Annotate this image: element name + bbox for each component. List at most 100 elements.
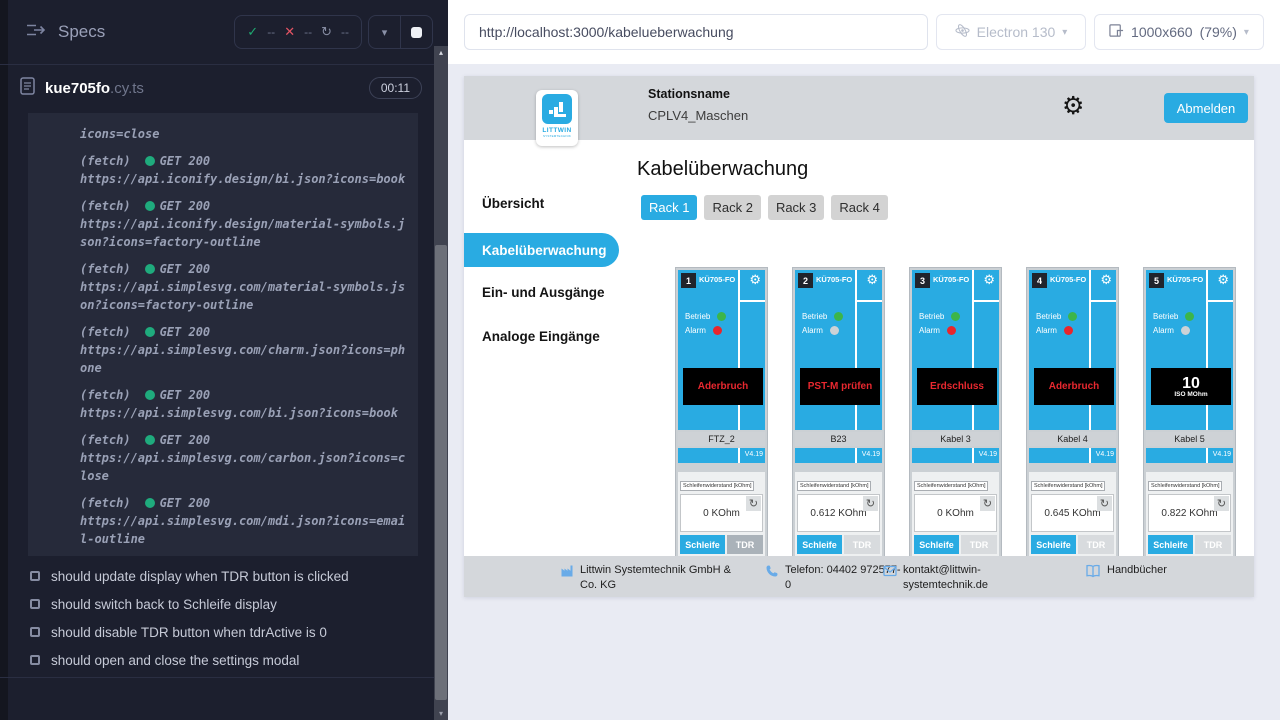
pending-test-icon: [30, 655, 40, 665]
nav-kabelueberwachung[interactable]: Kabelüberwachung: [464, 233, 619, 267]
device-settings-icon[interactable]: ⚙: [1217, 273, 1229, 288]
divider: [1206, 448, 1208, 463]
url-input[interactable]: http://localhost:3000/kabelueberwachung: [464, 14, 928, 50]
refresh-icon[interactable]: ↻: [1097, 496, 1112, 511]
device-model: KÜ705-FO: [699, 275, 735, 284]
device-settings-icon[interactable]: ⚙: [749, 273, 761, 288]
measurement-panel: Schleifenwiderstand [kOhm] 0 KOhm ↻ Schl…: [678, 472, 765, 556]
runner-scrollbar[interactable]: ▴ ▾: [434, 46, 448, 720]
log-entry[interactable]: (fetch)GET 200 https://api.iconify.desig…: [80, 197, 410, 251]
device-card-2: 2 KÜ705-FO ⚙ Betrieb Alarm PST-M prüfen …: [792, 267, 885, 567]
device-number: 4: [1032, 273, 1047, 288]
spec-file-row[interactable]: kue705fo.cy.ts 00:11: [0, 65, 434, 112]
status-display: PST-M prüfen: [800, 368, 880, 405]
divider: [1091, 300, 1116, 302]
tab-rack-2[interactable]: Rack 2: [704, 195, 760, 220]
manuals-link[interactable]: Handbücher: [1085, 563, 1167, 583]
firmware-version: V4.19: [979, 451, 997, 458]
measurement-value: 0 KOhm ↻: [680, 494, 763, 532]
refresh-icon[interactable]: ↻: [863, 496, 878, 511]
status-display: Erdschluss: [917, 368, 997, 405]
nav-uebersicht[interactable]: Übersicht: [482, 196, 544, 211]
running-count: --: [341, 25, 349, 39]
schleife-button[interactable]: Schleife: [680, 535, 725, 554]
measurement-value: 0.612 KOhm ↻: [797, 494, 880, 532]
alarm-led: [1064, 326, 1073, 335]
test-item[interactable]: should disable TDR button when tdrActive…: [0, 618, 434, 646]
cable-name: Kabel 3: [912, 432, 999, 446]
cable-name: Kabel 4: [1029, 432, 1116, 446]
tab-rack-4[interactable]: Rack 4: [831, 195, 887, 220]
settings-gear-icon[interactable]: ⚙: [1062, 91, 1084, 120]
running-icon: ↻: [321, 25, 332, 40]
device-settings-icon[interactable]: ⚙: [866, 273, 878, 288]
stop-tests-button[interactable]: [401, 16, 432, 48]
refresh-icon[interactable]: ↻: [746, 496, 761, 511]
command-log: icons=close (fetch)GET 200 https://api.i…: [28, 113, 418, 556]
divider: [738, 270, 740, 430]
scrollbar-thumb[interactable]: [435, 245, 447, 700]
device-model: KÜ705-FO: [1050, 275, 1086, 284]
divider: [857, 300, 882, 302]
viewport-select[interactable]: 1000x660 (79%) ▾: [1094, 14, 1264, 50]
success-dot-icon: [145, 435, 155, 445]
sidebar-toggle-icon[interactable]: [26, 22, 46, 43]
divider: [855, 270, 857, 430]
device-card-5: 5 KÜ705-FO ⚙ Betrieb Alarm 10 ISO MOhm K…: [1143, 267, 1236, 567]
device-number: 5: [1149, 273, 1164, 288]
log-entry[interactable]: (fetch)GET 200 https://api.simplesvg.com…: [80, 260, 410, 314]
test-stats-group[interactable]: ✓ -- ✕ -- ↻ --: [234, 15, 362, 49]
divider: [1206, 270, 1208, 430]
page-title: Kabelüberwachung: [637, 158, 808, 181]
tdr-button[interactable]: TDR: [1195, 535, 1231, 554]
alarm-led: [830, 326, 839, 335]
log-entry[interactable]: (fetch)GET 200 https://api.simplesvg.com…: [80, 494, 410, 548]
nav-analoge-eingaenge[interactable]: Analoge Eingänge: [482, 329, 600, 344]
tdr-button[interactable]: TDR: [961, 535, 997, 554]
tdr-button[interactable]: TDR: [1078, 535, 1114, 554]
schleife-button[interactable]: Schleife: [1148, 535, 1193, 554]
device-settings-icon[interactable]: ⚙: [1100, 273, 1112, 288]
refresh-icon[interactable]: ↻: [1214, 496, 1229, 511]
tdr-button[interactable]: TDR: [727, 535, 763, 554]
device-settings-icon[interactable]: ⚙: [983, 273, 995, 288]
log-entry[interactable]: (fetch)GET 200 https://api.simplesvg.com…: [80, 386, 410, 422]
pending-test-icon: [30, 571, 40, 581]
test-item[interactable]: should open and close the settings modal: [0, 646, 434, 674]
tdr-button[interactable]: TDR: [844, 535, 880, 554]
spec-file-name: kue705fo: [45, 80, 110, 97]
log-entry[interactable]: icons=close: [80, 125, 410, 143]
schleife-button[interactable]: Schleife: [797, 535, 842, 554]
success-dot-icon: [145, 498, 155, 508]
scroll-up-icon[interactable]: ▴: [434, 48, 448, 57]
schleife-button[interactable]: Schleife: [1031, 535, 1076, 554]
chevron-down-icon: ▾: [1062, 27, 1067, 38]
company-name: Littwin Systemtechnik GmbH & Co. KG: [580, 563, 742, 594]
log-entry[interactable]: (fetch)GET 200 https://api.simplesvg.com…: [80, 323, 410, 377]
divider: [1089, 270, 1091, 430]
schleife-button[interactable]: Schleife: [914, 535, 959, 554]
logout-button[interactable]: Abmelden: [1164, 93, 1248, 123]
refresh-icon[interactable]: ↻: [980, 496, 995, 511]
test-item[interactable]: should update display when TDR button is…: [0, 562, 434, 590]
log-entry[interactable]: (fetch)GET 200 https://api.iconify.desig…: [80, 152, 410, 188]
status-display: Aderbruch: [683, 368, 763, 405]
spec-timer: 00:11: [369, 77, 422, 99]
collapse-all-button[interactable]: ▾: [369, 16, 400, 48]
device-number: 2: [798, 273, 813, 288]
tab-rack-1[interactable]: Rack 1: [641, 195, 697, 220]
tab-rack-3[interactable]: Rack 3: [768, 195, 824, 220]
nav-ein-und-ausgaenge[interactable]: Ein- und Ausgänge: [482, 285, 605, 300]
scroll-down-icon[interactable]: ▾: [434, 709, 448, 718]
success-dot-icon: [145, 201, 155, 211]
browser-select[interactable]: Electron 130 ▾: [936, 14, 1086, 50]
divider: [1208, 300, 1233, 302]
failed-count: --: [304, 25, 312, 39]
betrieb-led: [834, 312, 843, 321]
divider: [0, 677, 434, 678]
passed-icon: ✓: [247, 25, 258, 40]
test-item[interactable]: should switch back to Schleife display: [0, 590, 434, 618]
log-entry[interactable]: (fetch)GET 200 https://api.simplesvg.com…: [80, 431, 410, 485]
contact-email[interactable]: kontakt@littwin-systemtechnik.de: [903, 563, 995, 594]
alarm-led: [1181, 326, 1190, 335]
